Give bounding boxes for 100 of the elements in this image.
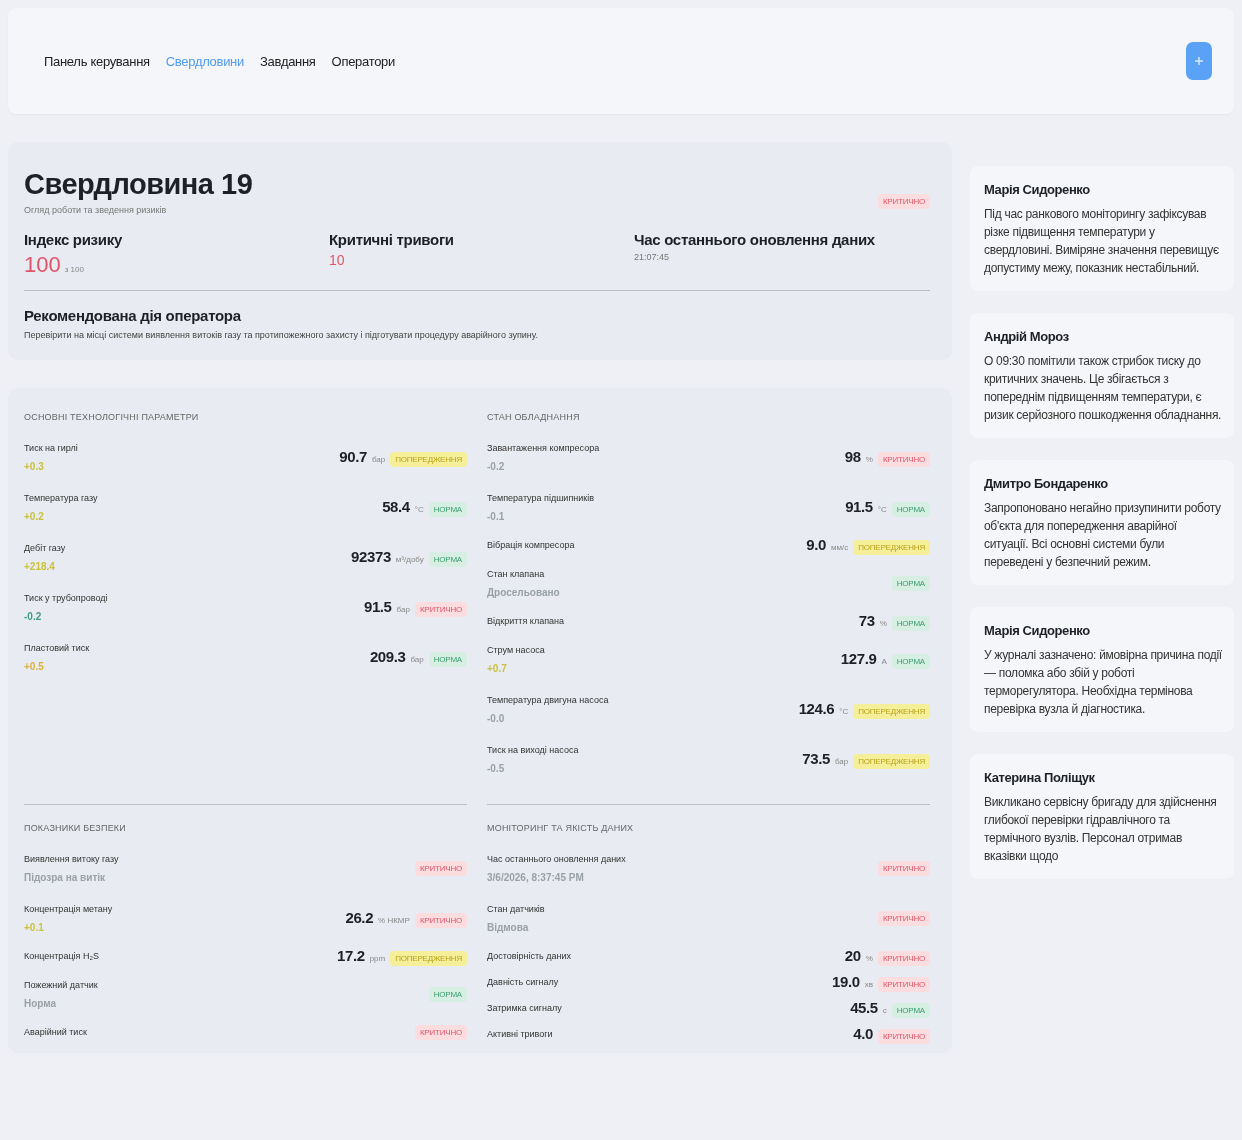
parameter-note: -0.5 xyxy=(487,762,506,774)
status-label: КРИТИЧНО xyxy=(414,912,467,928)
metric-value: 100 xyxy=(24,252,61,278)
parameter-unit: % НКМР xyxy=(378,915,410,925)
status-label: КРИТИЧНО xyxy=(877,1028,930,1044)
metric-label: Індекс ризику xyxy=(24,231,123,248)
recommendation-title: Рекомендована дія оператора xyxy=(24,307,242,324)
parameter-note: 3/6/2026, 8:37:45 PM xyxy=(487,871,585,883)
parameter-unit: °C xyxy=(877,504,887,514)
comment-author: Андрій Мороз xyxy=(984,329,1070,344)
parameter-label: Тиск у трубопроводі xyxy=(24,592,108,603)
status-label: НОРМА xyxy=(891,615,930,631)
status-label: НОРМА xyxy=(891,575,930,591)
comment-text: Запропоновано негайно призупинити роботу об'єкта для попередження аварійної ситуації. Всі основні системи були переведені у безпечний режим. xyxy=(984,500,1222,571)
parameter-label: Температура двигуна насоса xyxy=(487,694,609,705)
status-label: ПОПЕРЕДЖЕННЯ xyxy=(853,703,930,719)
parameter-label: Струм насоса xyxy=(487,644,545,655)
status-label: КРИТИЧНО xyxy=(414,601,467,617)
recommendation-text: Перевірити на місці системи виявлення витоків газу та протипожежного захисту і підготувати процедуру аварійного зупину. xyxy=(24,330,539,340)
parameter-value: 124.6 xyxy=(798,699,835,717)
parameter-label: Затримка сигналу xyxy=(487,1003,562,1013)
parameter-unit: % xyxy=(865,454,873,464)
parameter-value: 9.0 xyxy=(806,535,826,553)
nav-tab[interactable]: Панель керування xyxy=(44,53,150,69)
status-label: КРИТИЧНО xyxy=(877,910,930,926)
parameter-unit: бар xyxy=(396,604,410,614)
parameter-label: Температура газу xyxy=(24,492,98,503)
metric-unit: з 100 xyxy=(64,265,84,274)
status-label: КРИТИЧНО xyxy=(414,1024,467,1040)
parameter-note: +0.2 xyxy=(24,510,45,522)
status-label: КРИТИЧНО xyxy=(877,194,930,209)
parameter-label: Тиск на гирлі xyxy=(24,442,78,453)
parameter-value: 58.4 xyxy=(382,497,410,515)
status-label: НОРМА xyxy=(891,653,930,669)
comment-text: О 09:30 помітили також стрибок тиску до критичних значень. Це збігається з попереднім підвищенням температури, є ризик серйозного пошкодження обладнання. xyxy=(984,353,1222,424)
parameter-value: 91.5 xyxy=(363,597,392,615)
comment-text: У журналі зазначено: ймовірна причина події — поломка або збій у роботі терморегулятора. Необхідна термінова перевірка вузла й діагностика. xyxy=(984,647,1222,718)
parameter-note: +0.1 xyxy=(24,921,45,933)
parameter-value: 73.5 xyxy=(802,749,830,767)
parameter-label: Стан датчиків xyxy=(487,903,545,914)
metric-value: 10 xyxy=(329,252,345,268)
comment-author: Марія Сидоренко xyxy=(984,623,1091,638)
status-label: КРИТИЧНО xyxy=(877,451,930,467)
section-title: МОНІТОРИНГ ТА ЯКІСТЬ ДАНИХ xyxy=(487,823,635,833)
section-title: ОСНОВНІ ТЕХНОЛОГІЧНІ ПАРАМЕТРИ xyxy=(24,412,200,422)
parameter-value: 90.7 xyxy=(339,447,367,465)
parameter-unit: бар xyxy=(371,454,386,464)
status-label: НОРМА xyxy=(891,1002,930,1018)
status-label: ПОПЕРЕДЖЕННЯ xyxy=(853,539,930,555)
parameter-label: Достовірність даних xyxy=(487,951,572,961)
well-title: Свердловина 19 xyxy=(24,168,253,201)
parameter-label: Пожежний датчик xyxy=(24,979,98,990)
parameter-value: 98 xyxy=(844,447,861,465)
parameter-note: Норма xyxy=(24,997,58,1009)
comment-author: Марія Сидоренко xyxy=(984,182,1091,197)
parameter-note: Підозра на витік xyxy=(24,871,107,883)
comment-text: Викликано сервісну бригаду для здійснення глибокої перевірки гідравлічного та термічного вузлів. Персонал отримав вказівки щодо xyxy=(984,794,1218,865)
parameter-unit: А xyxy=(881,656,887,666)
parameter-note: +218.4 xyxy=(24,560,56,572)
metric-label: Критичні тривоги xyxy=(329,231,455,248)
status-label: НОРМА xyxy=(428,986,467,1002)
metric-value: 21:07:45 xyxy=(634,252,670,262)
parameter-unit: мм/с xyxy=(830,542,849,552)
section-title: ПОКАЗНИКИ БЕЗПЕКИ xyxy=(24,823,127,833)
parameter-note: +0.7 xyxy=(487,662,508,674)
parameter-value: 92373 xyxy=(351,547,391,565)
parameter-note: -0.1 xyxy=(487,510,506,522)
status-label: ПОПЕРЕДЖЕННЯ xyxy=(390,451,467,467)
parameter-label: Стан клапана xyxy=(487,568,546,579)
nav-tab[interactable]: Оператори xyxy=(331,53,395,69)
comment-author: Катерина Поліщук xyxy=(984,770,1096,785)
parameter-value: 91.5 xyxy=(845,497,873,515)
parameter-label: Температура підшипників xyxy=(487,492,594,503)
parameter-label: Активні тривоги xyxy=(487,1029,553,1039)
parameter-label: Тиск на виході насоса xyxy=(487,744,579,755)
parameter-unit: бар xyxy=(410,654,424,664)
parameter-value: 17.2 xyxy=(337,946,365,964)
parameter-unit: бар xyxy=(834,756,849,766)
parameter-note: -0.2 xyxy=(487,460,506,472)
parameter-label: Дебіт газу xyxy=(24,542,66,553)
parameter-unit: % xyxy=(879,618,887,628)
section-title: СТАН ОБЛАДНАННЯ xyxy=(487,412,581,422)
parameter-value: 45.5 xyxy=(850,998,878,1016)
parameter-note: -0.0 xyxy=(487,712,506,724)
parameter-label: Аварійний тиск xyxy=(24,1027,87,1037)
comment-author: Дмитро Бондаренко xyxy=(984,476,1109,491)
parameter-value: 19.0 xyxy=(832,972,860,990)
nav-tab[interactable]: Завдання xyxy=(259,53,316,69)
status-label: НОРМА xyxy=(428,551,467,567)
parameter-unit: хв xyxy=(864,979,873,989)
parameter-unit: °C xyxy=(839,706,849,716)
status-label: ПОПЕРЕДЖЕННЯ xyxy=(390,950,467,966)
status-label: НОРМА xyxy=(891,501,930,517)
parameter-note: Відмова xyxy=(487,921,530,933)
parameter-value: 73 xyxy=(858,611,875,629)
parameter-label: Вібрація компресора xyxy=(487,540,575,550)
status-label: КРИТИЧНО xyxy=(877,950,930,966)
status-label: КРИТИЧНО xyxy=(414,860,467,876)
parameter-unit: м³/добу xyxy=(395,554,424,564)
action-button[interactable] xyxy=(1186,42,1212,80)
